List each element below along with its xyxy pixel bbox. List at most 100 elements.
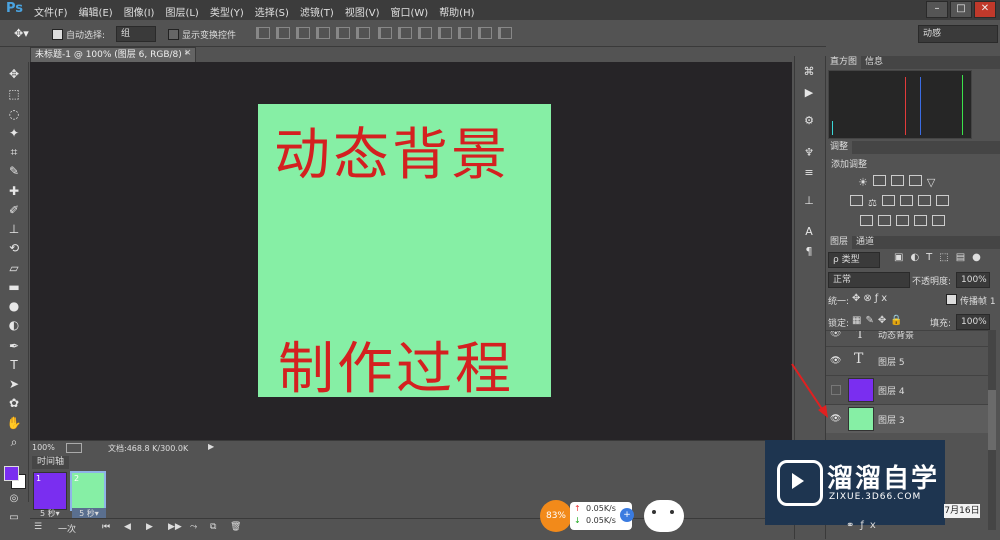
history-icon[interactable]: ⌘: [801, 64, 817, 80]
align-right-icon[interactable]: [356, 27, 370, 39]
lasso-tool-icon[interactable]: ◌: [5, 106, 23, 122]
layers-scrollbar-thumb[interactable]: [988, 390, 996, 450]
speed-percent[interactable]: 83%: [540, 500, 572, 532]
gradient-tool-icon[interactable]: ▬: [5, 279, 23, 295]
layers-footer-icons[interactable]: ⚭ƒx: [846, 520, 882, 531]
lock-icons[interactable]: ▦✎✥🔒: [852, 315, 907, 326]
brush-preset-icon[interactable]: ♆: [801, 145, 817, 161]
lookup-icon[interactable]: [935, 195, 949, 206]
screen-mode-icon[interactable]: ▭: [5, 510, 23, 526]
blur-tool-icon[interactable]: ●: [5, 298, 23, 314]
align-hcenter-icon[interactable]: [336, 27, 350, 39]
auto-align-icon[interactable]: [498, 27, 512, 39]
tab-layers[interactable]: 图层: [826, 236, 853, 249]
tab-info[interactable]: 信息: [861, 56, 887, 69]
zoom-tool-icon[interactable]: ⌕: [5, 434, 23, 450]
duplicate-frame-icon[interactable]: ⧉: [210, 522, 216, 532]
align-top-icon[interactable]: [256, 27, 270, 39]
vibrance-icon[interactable]: ▽: [927, 176, 935, 189]
align-bottom-icon[interactable]: [296, 27, 310, 39]
brush-tool-icon[interactable]: ✐: [5, 202, 23, 218]
type-tool-icon[interactable]: T: [5, 357, 23, 373]
curves-icon[interactable]: [890, 175, 904, 186]
photo-filter-icon[interactable]: [899, 195, 913, 206]
document-tab[interactable]: 未标题-1 @ 100% (图层 6, RGB/8) *: [30, 47, 196, 63]
stamp-tool-icon[interactable]: ⊥: [5, 221, 23, 237]
layer-row[interactable]: 👁 T 图层 5: [826, 346, 996, 375]
marquee-tool-icon[interactable]: ⬚: [5, 86, 23, 102]
dodge-tool-icon[interactable]: ◐: [5, 317, 23, 333]
hue-icon[interactable]: [850, 195, 863, 206]
menu-file[interactable]: 文件(F): [34, 4, 68, 19]
distribute-right-icon[interactable]: [478, 27, 492, 39]
menu-layer[interactable]: 图层(L): [165, 4, 198, 19]
character-icon[interactable]: A: [801, 224, 817, 240]
menu-type[interactable]: 类型(Y): [210, 4, 244, 19]
minimize-button[interactable]: –: [926, 1, 948, 18]
zoom-level[interactable]: 100%: [32, 443, 55, 452]
loop-dropdown[interactable]: 一次: [58, 522, 76, 535]
opacity-input[interactable]: 100%: [956, 272, 990, 288]
tab-channels[interactable]: 通道: [852, 236, 878, 249]
align-left-icon[interactable]: [316, 27, 330, 39]
healing-brush-icon[interactable]: ✚: [5, 183, 23, 199]
fill-input[interactable]: 100%: [956, 314, 990, 330]
move-tool-icon[interactable]: ✥: [5, 66, 23, 82]
timeline-frame-1[interactable]: 1: [33, 472, 67, 510]
hand-tool-icon[interactable]: ✋: [5, 415, 23, 431]
status-arrow-icon[interactable]: ▶: [208, 442, 214, 451]
menu-help[interactable]: 帮助(H): [439, 4, 474, 19]
auto-select-dropdown[interactable]: 组: [116, 26, 156, 42]
foreground-color-swatch-top[interactable]: [4, 466, 19, 481]
plus-icon[interactable]: +: [620, 508, 634, 522]
close-button[interactable]: ✕: [974, 1, 996, 18]
timeline-menu-icon[interactable]: ☰: [34, 522, 42, 532]
close-doc-icon[interactable]: ×: [184, 48, 192, 58]
pen-tool-icon[interactable]: ✒: [5, 338, 23, 354]
exposure-icon[interactable]: [908, 175, 922, 186]
visibility-toggle[interactable]: [831, 385, 841, 395]
unify-icons[interactable]: ✥⊗ƒx: [852, 293, 890, 304]
tab-adjust[interactable]: 调整: [826, 141, 853, 154]
next-frame-icon[interactable]: ▶▶: [168, 522, 182, 532]
threshold-icon[interactable]: [896, 215, 909, 226]
magic-wand-icon[interactable]: ✦: [5, 125, 23, 141]
align-vcenter-icon[interactable]: [276, 27, 290, 39]
distribute-vcenter-icon[interactable]: [398, 27, 412, 39]
selective-color-icon[interactable]: [932, 215, 945, 226]
tab-histogram[interactable]: 直方图: [826, 56, 862, 69]
properties-icon[interactable]: ⚙: [801, 113, 817, 129]
menu-filter[interactable]: 滤镜(T): [300, 4, 334, 19]
menu-select[interactable]: 选择(S): [255, 4, 289, 19]
layer-filter-dropdown[interactable]: ρ 类型: [828, 252, 880, 268]
layer-row[interactable]: 👁 图层 3: [826, 404, 996, 433]
invert-icon[interactable]: [860, 215, 873, 226]
move-tool-icon[interactable]: ✥▾: [14, 27, 29, 40]
first-frame-icon[interactable]: ⏮: [102, 522, 110, 532]
brightness-icon[interactable]: ☀: [858, 176, 868, 189]
quick-mask-icon[interactable]: ◎: [5, 491, 23, 507]
prev-frame-icon[interactable]: ◀: [124, 522, 131, 532]
actions-play-icon[interactable]: ▶: [801, 85, 817, 101]
brush-panel-icon[interactable]: ≡: [801, 165, 817, 181]
layer-row[interactable]: 👁 T 动态背景: [826, 330, 996, 345]
bw-icon[interactable]: [881, 195, 895, 206]
gradient-map-icon[interactable]: [914, 215, 927, 226]
workspace-dropdown[interactable]: 动感: [918, 25, 998, 43]
paragraph-icon[interactable]: ¶: [801, 244, 817, 260]
distribute-bottom-icon[interactable]: [418, 27, 432, 39]
shape-tool-icon[interactable]: ✿: [5, 395, 23, 411]
document-canvas[interactable]: 动态背景 制作过程: [258, 104, 551, 402]
show-transform-checkbox[interactable]: [168, 29, 179, 40]
play-icon[interactable]: ▶: [146, 522, 153, 532]
balance-icon[interactable]: ⚖: [868, 198, 877, 209]
menu-image[interactable]: 图像(I): [124, 4, 155, 19]
mixer-icon[interactable]: [917, 195, 931, 206]
path-select-icon[interactable]: ➤: [5, 376, 23, 392]
restore-button[interactable]: □: [950, 1, 972, 18]
tween-icon[interactable]: ⤳: [190, 522, 197, 532]
distribute-hcenter-icon[interactable]: [458, 27, 472, 39]
menu-view[interactable]: 视图(V): [345, 4, 380, 19]
blend-mode-dropdown[interactable]: 正常: [828, 272, 910, 288]
history-brush-icon[interactable]: ⟲: [5, 240, 23, 256]
